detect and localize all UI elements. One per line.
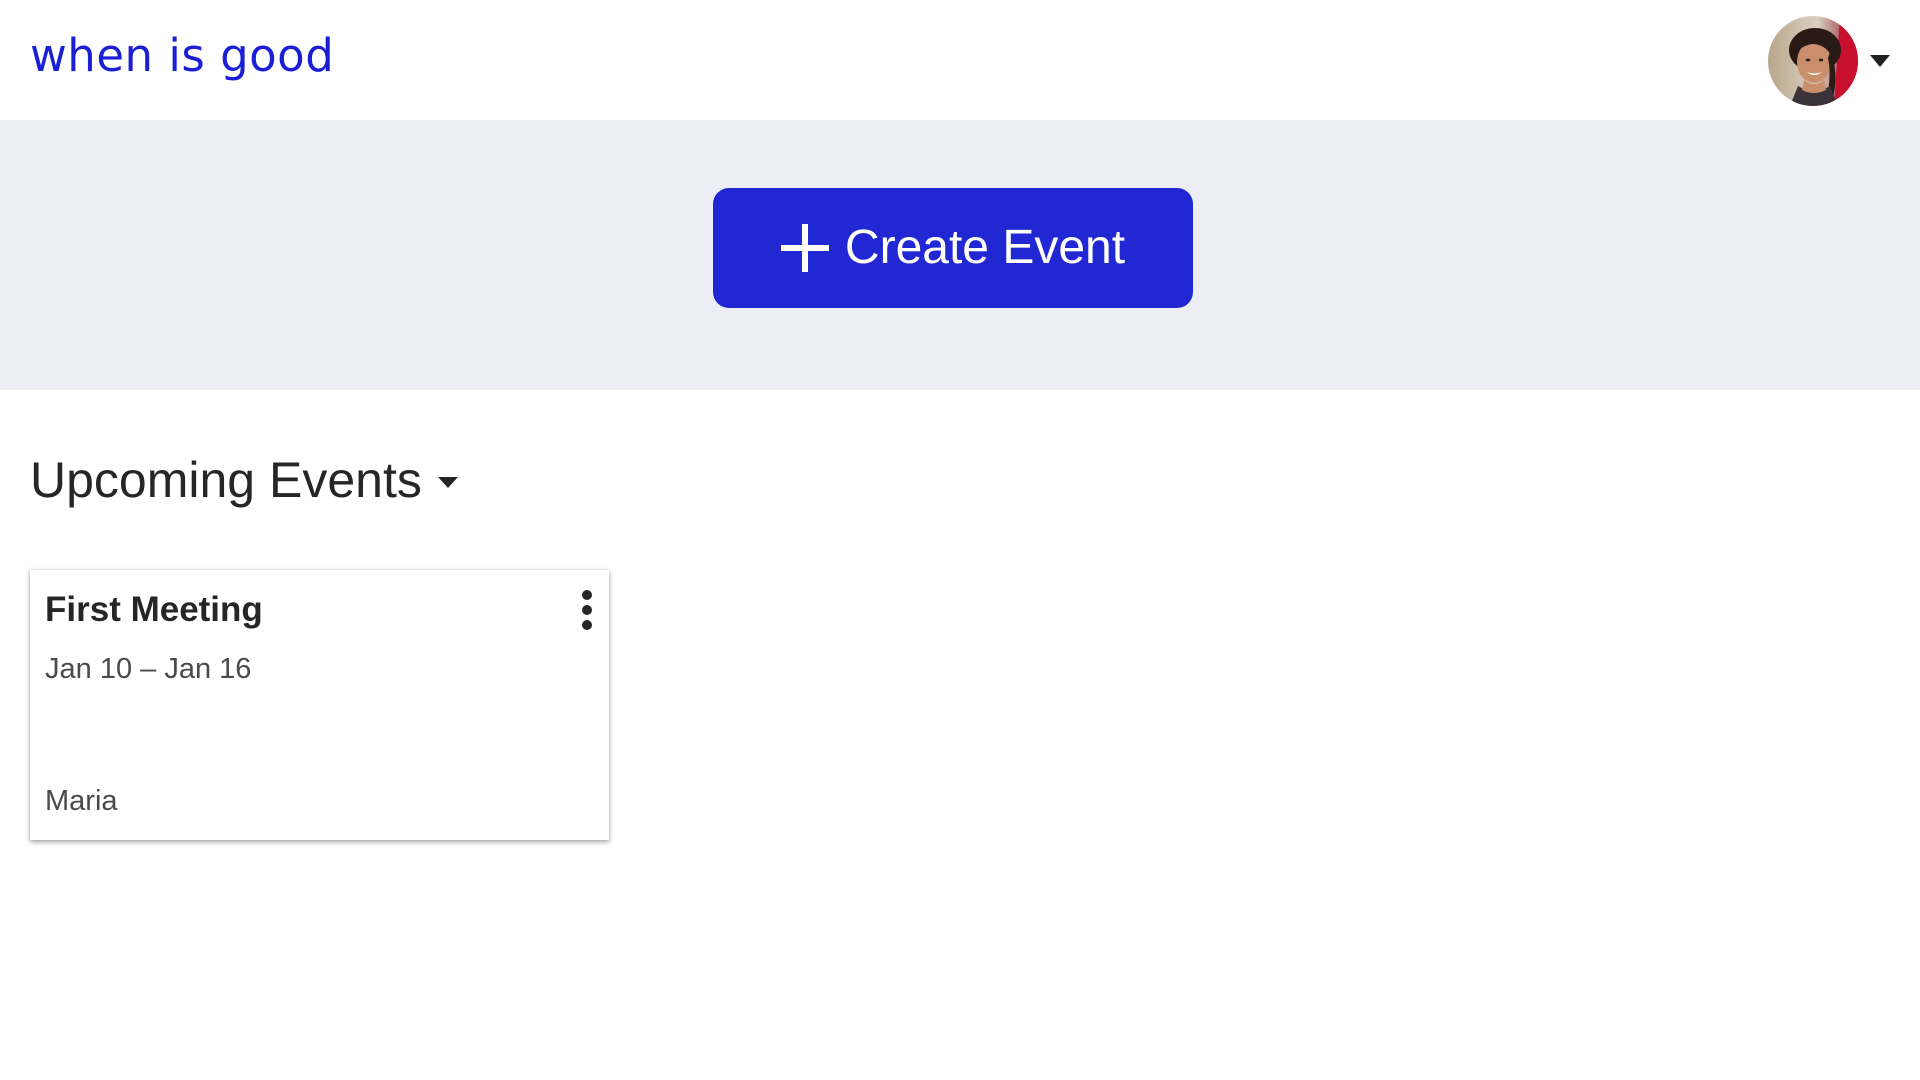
top-header: when is good (0, 0, 1920, 120)
plus-icon (780, 224, 829, 272)
account-menu[interactable] (1768, 16, 1890, 106)
create-event-label: Create Event (844, 221, 1126, 274)
account-caret-down-icon[interactable] (1870, 55, 1890, 67)
event-card[interactable]: First Meeting Jan 10 – Jan 16 Maria (30, 570, 609, 840)
event-title: First Meeting (45, 590, 263, 629)
more-dot (582, 620, 592, 630)
create-event-banner: Create Event (0, 120, 1920, 390)
more-dot (582, 605, 592, 615)
avatar-photo-icon (1768, 16, 1858, 106)
section-title: Upcoming Events (30, 452, 422, 508)
user-avatar[interactable] (1768, 16, 1858, 106)
more-vertical-icon[interactable] (573, 586, 601, 634)
event-dates: Jan 10 – Jan 16 (45, 653, 252, 685)
section-caret-down-icon[interactable] (437, 476, 458, 488)
app-logo[interactable]: when is good (30, 24, 334, 88)
more-dot (582, 590, 592, 600)
event-owner: Maria (45, 785, 118, 817)
create-event-button[interactable]: Create Event (713, 188, 1193, 308)
upcoming-events-filter[interactable]: Upcoming Events (30, 448, 458, 512)
